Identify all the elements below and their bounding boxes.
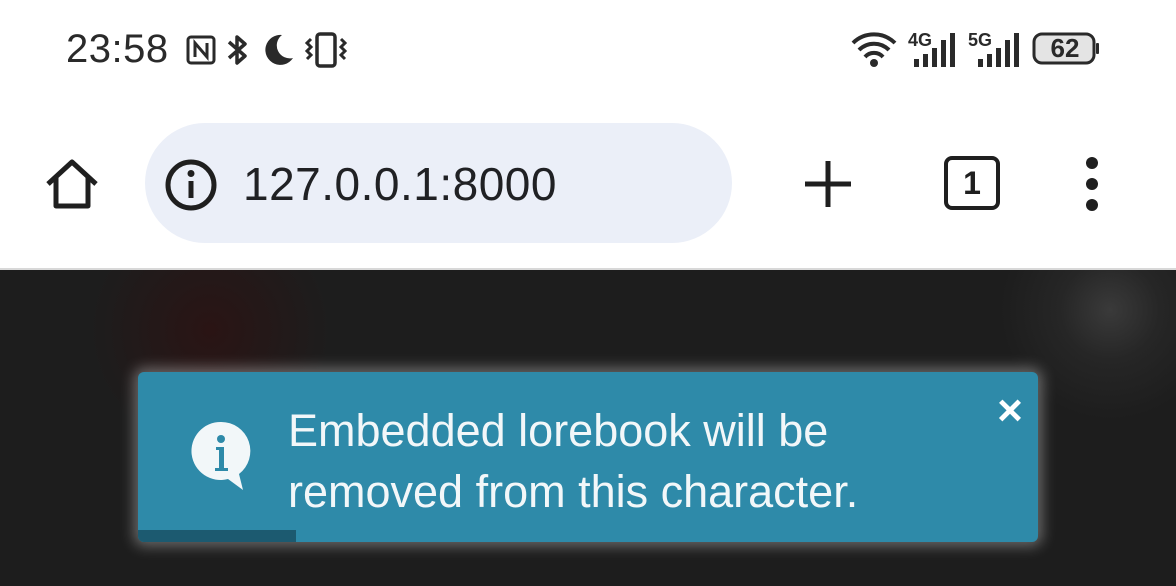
new-tab-plus-icon[interactable]	[800, 156, 856, 212]
do-not-disturb-moon-icon	[265, 34, 293, 65]
signal-5g-icon: 5G	[968, 30, 1024, 70]
toast-close-button[interactable]: ×	[993, 389, 1027, 433]
wifi-icon	[851, 32, 897, 67]
toast-message: Embedded lorebook will be removed from t…	[288, 405, 859, 517]
overflow-menu-icon[interactable]	[1070, 154, 1114, 214]
signal-4g-icon: 4G	[908, 30, 960, 70]
url-text[interactable]: 127.0.0.1:8000	[243, 156, 557, 212]
info-toast[interactable]: Embedded lorebook will be removed from t…	[138, 372, 1038, 542]
toast-progress-bar	[138, 530, 296, 542]
battery-level: 62	[1050, 33, 1080, 63]
home-icon[interactable]	[40, 152, 104, 216]
nfc-icon	[186, 35, 216, 65]
site-info-icon[interactable]	[164, 158, 218, 212]
info-speech-bubble-icon	[191, 421, 251, 490]
bluetooth-icon	[227, 35, 247, 65]
tab-switcher-button[interactable]: 1	[944, 156, 1000, 210]
status-time: 23:58	[66, 27, 169, 71]
vibrate-icon	[304, 32, 348, 68]
